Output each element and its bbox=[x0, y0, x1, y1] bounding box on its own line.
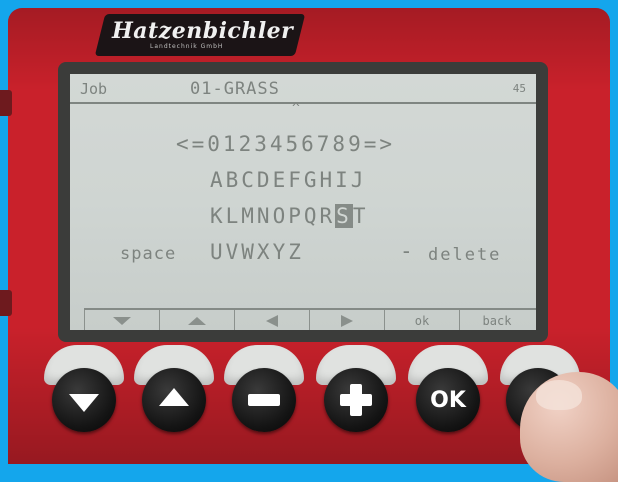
plus-icon bbox=[340, 384, 372, 416]
dash-key[interactable]: - bbox=[400, 239, 413, 263]
down-arrow-icon bbox=[69, 394, 99, 412]
delete-key[interactable]: delete bbox=[428, 245, 501, 265]
brand-subtitle: Landtechnik GmbH bbox=[150, 43, 224, 50]
job-label: Job bbox=[80, 80, 108, 98]
hardware-plus-button[interactable] bbox=[324, 368, 388, 432]
up-arrow-icon bbox=[159, 388, 189, 406]
side-rib bbox=[0, 90, 12, 116]
space-key[interactable]: space bbox=[120, 244, 176, 264]
hardware-minus-button[interactable] bbox=[232, 368, 296, 432]
softkey-left[interactable] bbox=[234, 310, 309, 330]
hardware-up-button[interactable] bbox=[142, 368, 206, 432]
keyboard-keys-k-r[interactable]: KLMNOPQR bbox=[210, 204, 335, 228]
side-rib bbox=[0, 290, 12, 316]
keyboard-row-a-j[interactable]: ABCDEFGHIJ bbox=[210, 168, 366, 192]
fingernail bbox=[536, 380, 582, 410]
brand-logo: Hatzenbichler bbox=[112, 18, 294, 44]
arrow-up-icon bbox=[188, 317, 206, 325]
arrow-right-icon bbox=[341, 315, 353, 327]
softkey-up[interactable] bbox=[159, 310, 234, 330]
softkey-bar: ok back bbox=[84, 308, 536, 330]
job-name: 01-GRASS bbox=[190, 79, 280, 99]
status-number: 45 bbox=[512, 82, 526, 95]
minus-icon bbox=[248, 394, 280, 406]
softkey-ok[interactable]: ok bbox=[384, 310, 459, 330]
status-bar: Job 01-GRASS 45 bbox=[70, 74, 536, 104]
text-caret: ^ bbox=[292, 101, 300, 116]
selected-key-cursor[interactable]: S bbox=[335, 204, 353, 228]
softkey-back[interactable]: back bbox=[459, 310, 534, 330]
lcd-screen: Job 01-GRASS 45 ^ <=0123456789=> ABCDEFG… bbox=[70, 74, 536, 330]
hardware-ok-button[interactable]: OK bbox=[416, 368, 480, 432]
keyboard-row-u-z[interactable]: UVWXYZ bbox=[210, 240, 304, 264]
keyboard-key-t[interactable]: T bbox=[353, 204, 369, 228]
keyboard-row-k-t[interactable]: KLMNOPQRST bbox=[210, 204, 368, 228]
arrow-down-icon bbox=[113, 317, 131, 325]
keyboard-row-digits[interactable]: <=0123456789=> bbox=[176, 132, 395, 156]
softkey-right[interactable] bbox=[309, 310, 384, 330]
hardware-down-button[interactable] bbox=[52, 368, 116, 432]
softkey-down[interactable] bbox=[84, 310, 159, 330]
arrow-left-icon bbox=[266, 315, 278, 327]
ok-label: OK bbox=[430, 387, 466, 413]
